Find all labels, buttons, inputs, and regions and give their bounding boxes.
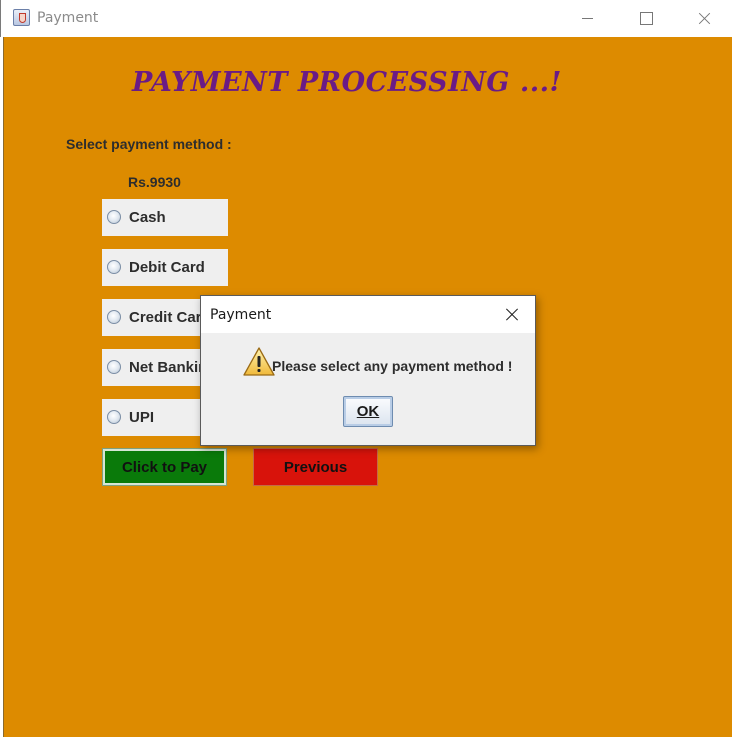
radio-button-icon[interactable] bbox=[107, 360, 121, 374]
java-cup-icon bbox=[13, 9, 30, 26]
page-heading: PAYMENT PROCESSING ...! bbox=[132, 67, 562, 98]
dialog-title: Payment bbox=[210, 307, 272, 323]
minimize-button[interactable] bbox=[559, 0, 617, 37]
radio-option-cash[interactable]: Cash bbox=[102, 199, 228, 236]
dialog-message: Please select any payment method ! bbox=[272, 358, 513, 374]
radio-button-icon[interactable] bbox=[107, 210, 121, 224]
window-title: Payment bbox=[37, 10, 99, 26]
maximize-button[interactable] bbox=[617, 0, 675, 37]
dialog-close-button[interactable] bbox=[497, 300, 527, 328]
radio-option-label: Cash bbox=[129, 209, 166, 226]
dialog-titlebar[interactable]: Payment bbox=[201, 296, 535, 333]
previous-button[interactable]: Previous bbox=[253, 448, 378, 486]
radio-option-label: Credit Card bbox=[129, 309, 211, 326]
amount-label: Rs.9930 bbox=[128, 174, 181, 190]
close-window-button[interactable] bbox=[675, 0, 732, 37]
ok-button[interactable]: OK bbox=[343, 396, 393, 427]
radio-option-label: Debit Card bbox=[129, 259, 205, 276]
warning-icon bbox=[243, 347, 275, 376]
radio-option-debit-card[interactable]: Debit Card bbox=[102, 249, 228, 286]
radio-option-label: UPI bbox=[129, 409, 155, 426]
ok-button-label: OK bbox=[356, 403, 380, 420]
radio-button-icon[interactable] bbox=[107, 260, 121, 274]
click-to-pay-button[interactable]: Click to Pay bbox=[102, 448, 227, 486]
select-method-label: Select payment method : bbox=[66, 136, 232, 152]
payment-dialog: Payment Please select any payment method… bbox=[200, 295, 536, 446]
window-titlebar[interactable]: Payment bbox=[0, 0, 732, 37]
radio-button-icon[interactable] bbox=[107, 410, 121, 424]
radio-button-icon[interactable] bbox=[107, 310, 121, 324]
